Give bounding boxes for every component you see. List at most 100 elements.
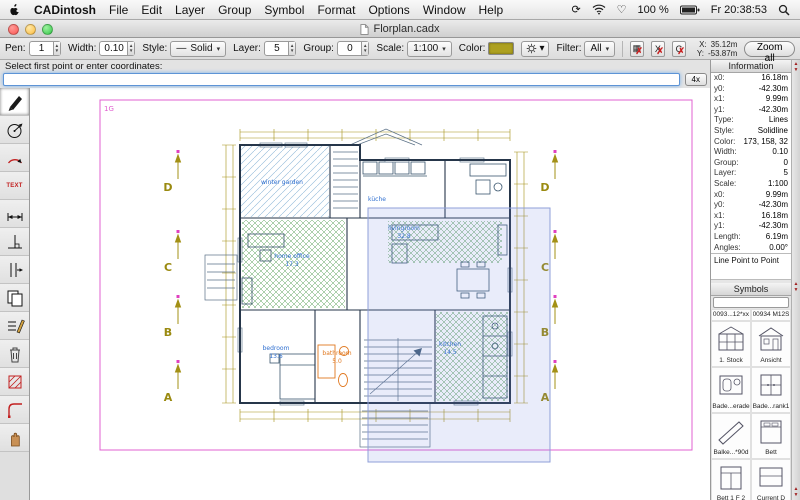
wifi-icon[interactable] <box>592 4 606 15</box>
menu-window[interactable]: Window <box>423 3 466 17</box>
symbol-item[interactable]: 00934 M12S <box>751 309 791 321</box>
symbol-item[interactable]: Ansicht <box>751 321 791 367</box>
scroll-down-icon[interactable]: ▼ <box>794 68 799 74</box>
symbol-item[interactable]: Bade...erade <box>711 367 751 413</box>
info-value: 1:100 <box>768 179 788 190</box>
zoom-all-button[interactable]: Zoom all <box>744 41 795 57</box>
menu-file[interactable]: File <box>109 3 128 17</box>
battery-icon[interactable] <box>680 5 700 15</box>
heart-icon[interactable]: ♡ <box>617 3 627 16</box>
info-value: -42.30m <box>759 200 788 211</box>
menu-edit[interactable]: Edit <box>141 3 162 17</box>
panel-scrollbar[interactable]: ▲▼ ▲▼ ▲▼ <box>791 60 800 500</box>
menu-format[interactable]: Format <box>317 3 355 17</box>
group-stepper[interactable]: 0 ▲▼ <box>337 41 369 56</box>
minimize-button[interactable] <box>25 24 36 35</box>
symbol-item[interactable]: Balke...*90d <box>711 413 751 459</box>
symbol-item[interactable]: 0093...12*xx <box>711 309 751 321</box>
delete-tool[interactable] <box>0 340 29 368</box>
pen-stepper[interactable]: 1 ▲▼ <box>29 41 61 56</box>
layer-stepper[interactable]: 5 ▲▼ <box>264 41 296 56</box>
sync-icon[interactable]: ⟳ <box>571 3 580 16</box>
room-area-home-office: 17.3 <box>285 261 299 268</box>
close-button[interactable] <box>8 24 19 35</box>
coord-y-value: -53.87m <box>708 49 737 58</box>
symbol-item[interactable]: Current D <box>751 459 791 500</box>
hatch-tool[interactable] <box>0 312 29 340</box>
text-tool[interactable]: TEXT <box>0 172 29 200</box>
arc-tool[interactable] <box>0 144 29 172</box>
scroll-down-icon[interactable]: ▼ <box>794 288 799 294</box>
line-draw-tool[interactable] <box>0 88 29 116</box>
drawing-canvas[interactable]: 1G <box>30 88 710 500</box>
pen-label: Pen: <box>5 43 26 54</box>
settings-dropdown[interactable]: ▾ <box>521 41 549 57</box>
layer-stepper-arrows[interactable]: ▲▼ <box>288 42 295 55</box>
apple-menu[interactable] <box>10 3 21 16</box>
room-label-bathroom: bathroom <box>322 350 351 357</box>
fill-hatch-tool[interactable] <box>0 368 29 396</box>
info-row: y1:-42.30m <box>711 221 791 232</box>
info-label: Group: <box>714 158 738 169</box>
marker-c-toggle[interactable]: C✗ <box>672 41 686 57</box>
command-confirm-button[interactable]: 4x <box>685 73 707 86</box>
info-label: y1: <box>714 105 725 116</box>
width-stepper-arrows[interactable]: ▲▼ <box>127 42 134 55</box>
right-panel: Information x0:16.18m y0:-42.30m x1:9.99… <box>710 60 800 500</box>
style-dropdown[interactable]: — Solid ▾ <box>170 41 226 57</box>
scale-dropdown[interactable]: 1:100 ▾ <box>407 41 452 57</box>
filter-dropdown[interactable]: All ▾ <box>584 41 615 57</box>
width-label: Width: <box>68 43 96 54</box>
symbol-item[interactable]: Bett 1 F 2 <box>711 459 751 500</box>
menu-layer[interactable]: Layer <box>175 3 205 17</box>
spotlight-icon[interactable] <box>778 4 790 16</box>
menu-group[interactable]: Group <box>218 3 251 17</box>
group-label: Group: <box>303 43 334 54</box>
layer-control: Layer: 5 ▲▼ <box>233 41 296 56</box>
tool-hint: Line Point to Point <box>711 254 791 280</box>
symbol-item[interactable]: Bett <box>751 413 791 459</box>
info-value: 173, 158, 32 <box>744 137 788 148</box>
menu-clock[interactable]: Fr 20:38:53 <box>711 4 767 16</box>
pen-icon <box>5 92 25 112</box>
dimension-tool[interactable] <box>0 200 29 228</box>
menu-help[interactable]: Help <box>479 3 504 17</box>
symbols-panel-header[interactable]: Symbols <box>711 283 791 296</box>
menu-app[interactable]: CADintosh <box>34 3 96 17</box>
toolbar-separator <box>622 41 623 57</box>
scale-control: Scale: 1:100 ▾ <box>376 41 451 57</box>
selection-overlay[interactable] <box>368 208 550 462</box>
info-row: Color:173, 158, 32 <box>711 137 791 148</box>
perpendicular-tool[interactable] <box>0 228 29 256</box>
scroll-arrows[interactable]: ▲▼ <box>792 282 800 293</box>
color-swatch[interactable] <box>488 42 514 55</box>
circle-tool[interactable] <box>0 116 29 144</box>
symbol-item[interactable]: Bade...rank1 <box>751 367 791 413</box>
marker-x-toggle[interactable]: X✗ <box>651 41 665 57</box>
duplicate-tool[interactable] <box>0 284 29 312</box>
scroll-arrows[interactable]: ▲▼ <box>792 487 800 498</box>
scroll-arrows[interactable]: ▲▼ <box>792 62 800 73</box>
window-title-bar[interactable]: Florplan.cadx <box>0 20 800 38</box>
hatch-pencil-icon <box>5 316 25 336</box>
pan-tool[interactable] <box>0 424 29 452</box>
scroll-down-icon[interactable]: ▼ <box>794 493 799 499</box>
fillet-tool[interactable] <box>0 396 29 424</box>
offset-tool[interactable] <box>0 256 29 284</box>
group-stepper-arrows[interactable]: ▲▼ <box>361 42 368 55</box>
bed-icon <box>713 460 749 494</box>
copy-icon <box>5 288 25 308</box>
zoom-button[interactable] <box>42 24 53 35</box>
symbols-filter-field[interactable] <box>713 297 789 308</box>
information-panel-header[interactable]: Information <box>711 60 791 73</box>
red-cross-icon: ✗ <box>677 46 685 57</box>
stepper-down-icon: ▼ <box>129 49 133 54</box>
marker-grid-toggle[interactable]: ▦✗ <box>630 41 644 57</box>
width-stepper[interactable]: 0.10 ▲▼ <box>99 41 135 56</box>
symbol-item[interactable]: 1. Stock <box>711 321 751 367</box>
coordinate-input[interactable] <box>3 73 680 86</box>
menu-symbol[interactable]: Symbol <box>264 3 304 17</box>
menu-options[interactable]: Options <box>368 3 409 17</box>
symbol-caption: Bade...erade <box>712 402 749 412</box>
pen-stepper-arrows[interactable]: ▲▼ <box>53 42 60 55</box>
